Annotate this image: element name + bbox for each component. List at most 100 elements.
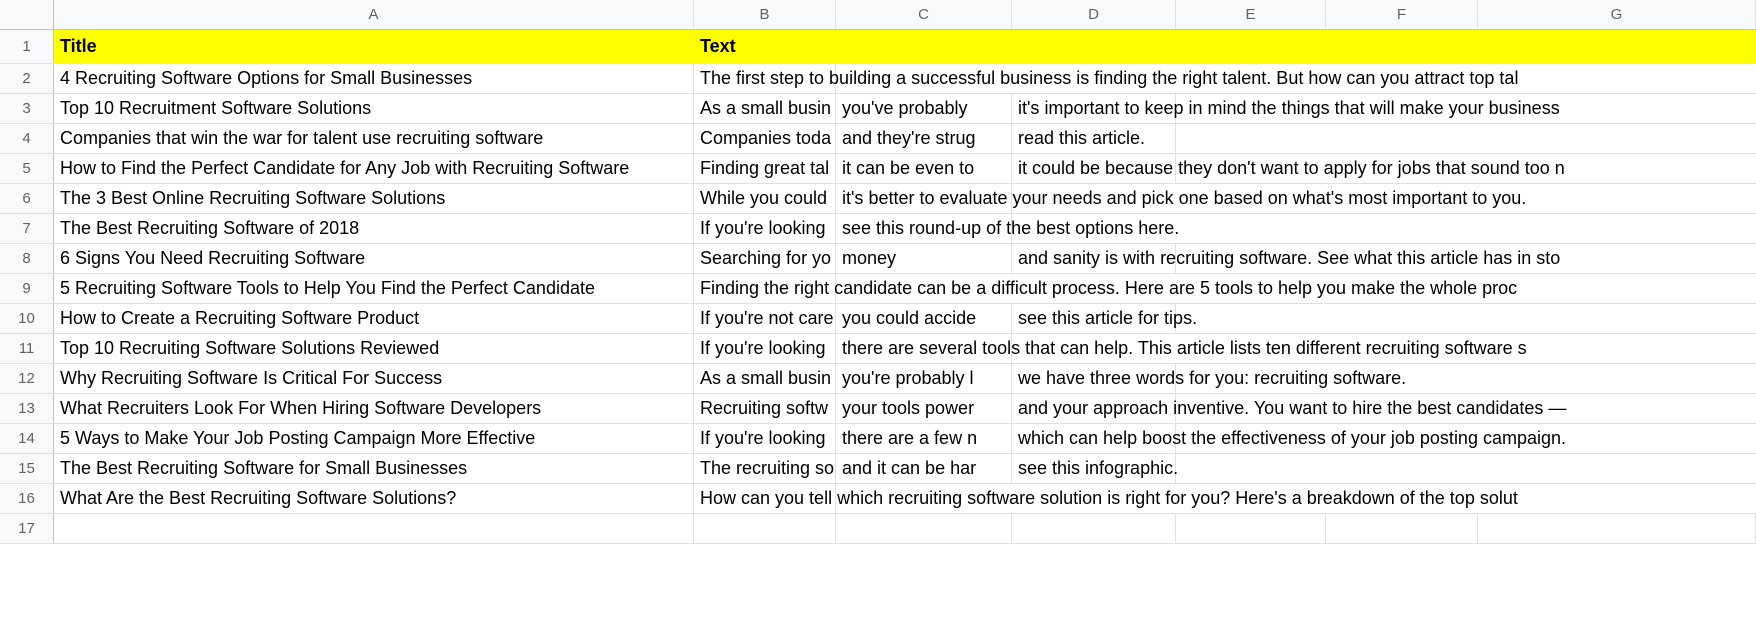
table-row: 5How to Find the Perfect Candidate for A… bbox=[0, 154, 1756, 184]
cell[interactable]: While you could bbox=[694, 184, 836, 213]
row-header[interactable]: 13 bbox=[0, 394, 54, 423]
col-header-A[interactable]: A bbox=[54, 0, 694, 29]
cell[interactable]: Companies toda bbox=[694, 124, 836, 153]
cell[interactable]: The 3 Best Online Recruiting Software So… bbox=[54, 184, 694, 213]
cell[interactable] bbox=[1326, 514, 1478, 543]
cell[interactable]: What Recruiters Look For When Hiring Sof… bbox=[54, 394, 694, 423]
cell[interactable] bbox=[836, 514, 1012, 543]
cell[interactable]: How to Create a Recruiting Software Prod… bbox=[54, 304, 694, 333]
cell[interactable]: How can you tell which recruiting softwa… bbox=[694, 484, 836, 513]
col-header-G[interactable]: G bbox=[1478, 0, 1756, 29]
table-row: 13What Recruiters Look For When Hiring S… bbox=[0, 394, 1756, 424]
cell[interactable]: you could accide bbox=[836, 304, 1012, 333]
row-header[interactable]: 15 bbox=[0, 454, 54, 483]
column-headers: A B C D E F G bbox=[0, 0, 1756, 30]
table-row: 17 bbox=[0, 514, 1756, 544]
cell[interactable] bbox=[54, 514, 694, 543]
row-header[interactable]: 9 bbox=[0, 274, 54, 303]
cell[interactable]: we have three words for you: recruiting … bbox=[1012, 364, 1176, 393]
cell[interactable]: 4 Recruiting Software Options for Small … bbox=[54, 64, 694, 93]
cell[interactable]: Top 10 Recruiting Software Solutions Rev… bbox=[54, 334, 694, 363]
row-header[interactable]: 17 bbox=[0, 514, 54, 543]
cell[interactable]: Finding the right candidate can be a dif… bbox=[694, 274, 836, 303]
cell[interactable]: What Are the Best Recruiting Software So… bbox=[54, 484, 694, 513]
cell[interactable]: If you're looking bbox=[694, 334, 836, 363]
cell[interactable]: it could be because they don't want to a… bbox=[1012, 154, 1176, 183]
cell[interactable] bbox=[1012, 514, 1176, 543]
cell[interactable]: 5 Ways to Make Your Job Posting Campaign… bbox=[54, 424, 694, 453]
cell[interactable]: you've probably bbox=[836, 94, 1012, 123]
cell[interactable] bbox=[1176, 30, 1326, 63]
row-header[interactable]: 8 bbox=[0, 244, 54, 273]
cell[interactable]: Why Recruiting Software Is Critical For … bbox=[54, 364, 694, 393]
table-row: 7The Best Recruiting Software of 2018If … bbox=[0, 214, 1756, 244]
cell[interactable]: money bbox=[836, 244, 1012, 273]
cell[interactable]: there are a few n bbox=[836, 424, 1012, 453]
table-row: 16What Are the Best Recruiting Software … bbox=[0, 484, 1756, 514]
row-header[interactable]: 4 bbox=[0, 124, 54, 153]
cell[interactable]: 6 Signs You Need Recruiting Software bbox=[54, 244, 694, 273]
cell[interactable]: How to Find the Perfect Candidate for An… bbox=[54, 154, 694, 183]
cell[interactable]: The first step to building a successful … bbox=[694, 64, 836, 93]
cell[interactable]: If you're looking bbox=[694, 424, 836, 453]
cell[interactable]: see this infographic. bbox=[1012, 454, 1176, 483]
cell[interactable]: and your approach inventive. You want to… bbox=[1012, 394, 1176, 423]
row-header[interactable]: 7 bbox=[0, 214, 54, 243]
cell[interactable]: and they're strug bbox=[836, 124, 1012, 153]
row-header[interactable]: 1 bbox=[0, 30, 54, 63]
cell[interactable]: your tools power bbox=[836, 394, 1012, 423]
cell[interactable]: it's better to evaluate your needs and p… bbox=[836, 184, 1012, 213]
col-header-B[interactable]: B bbox=[694, 0, 836, 29]
cell[interactable]: read this article. bbox=[1012, 124, 1176, 153]
cell[interactable]: Finding great tal bbox=[694, 154, 836, 183]
cell[interactable] bbox=[694, 514, 836, 543]
corner-select-all[interactable] bbox=[0, 0, 54, 29]
row-header[interactable]: 5 bbox=[0, 154, 54, 183]
cell[interactable]: see this round-up of the best options he… bbox=[836, 214, 1012, 243]
col-header-D[interactable]: D bbox=[1012, 0, 1176, 29]
cell[interactable] bbox=[836, 30, 1012, 63]
row-header[interactable]: 3 bbox=[0, 94, 54, 123]
cell[interactable]: Text bbox=[694, 30, 836, 63]
cell[interactable]: As a small busin bbox=[694, 94, 836, 123]
col-header-C[interactable]: C bbox=[836, 0, 1012, 29]
cell[interactable]: 5 Recruiting Software Tools to Help You … bbox=[54, 274, 694, 303]
cell[interactable] bbox=[1478, 514, 1756, 543]
cell[interactable]: and sanity is with recruiting software. … bbox=[1012, 244, 1176, 273]
cell[interactable]: and it can be har bbox=[836, 454, 1012, 483]
cell[interactable]: The Best Recruiting Software for Small B… bbox=[54, 454, 694, 483]
table-row: 4Companies that win the war for talent u… bbox=[0, 124, 1756, 154]
cell[interactable]: Top 10 Recruitment Software Solutions bbox=[54, 94, 694, 123]
table-row: 11Top 10 Recruiting Software Solutions R… bbox=[0, 334, 1756, 364]
cell[interactable]: The Best Recruiting Software of 2018 bbox=[54, 214, 694, 243]
cell[interactable]: see this article for tips. bbox=[1012, 304, 1176, 333]
cell[interactable]: it can be even to bbox=[836, 154, 1012, 183]
row-header[interactable]: 6 bbox=[0, 184, 54, 213]
row-header[interactable]: 16 bbox=[0, 484, 54, 513]
cell[interactable]: there are several tools that can help. T… bbox=[836, 334, 1012, 363]
cell[interactable] bbox=[1326, 30, 1478, 63]
row-header[interactable]: 14 bbox=[0, 424, 54, 453]
col-header-E[interactable]: E bbox=[1176, 0, 1326, 29]
cell[interactable] bbox=[1012, 30, 1176, 63]
cell[interactable]: it's important to keep in mind the thing… bbox=[1012, 94, 1176, 123]
cell[interactable]: Recruiting softw bbox=[694, 394, 836, 423]
cell[interactable]: you're probably l bbox=[836, 364, 1012, 393]
cell[interactable]: If you're not care bbox=[694, 304, 836, 333]
row-header[interactable]: 2 bbox=[0, 64, 54, 93]
row-header[interactable]: 12 bbox=[0, 364, 54, 393]
col-header-F[interactable]: F bbox=[1326, 0, 1478, 29]
row-header[interactable]: 10 bbox=[0, 304, 54, 333]
cell[interactable]: If you're looking bbox=[694, 214, 836, 243]
cell[interactable] bbox=[1176, 514, 1326, 543]
table-row: 86 Signs You Need Recruiting SoftwareSea… bbox=[0, 244, 1756, 274]
table-row: 145 Ways to Make Your Job Posting Campai… bbox=[0, 424, 1756, 454]
cell[interactable]: The recruiting so bbox=[694, 454, 836, 483]
cell[interactable]: Title bbox=[54, 30, 694, 63]
cell[interactable]: which can help boost the effectiveness o… bbox=[1012, 424, 1176, 453]
row-header[interactable]: 11 bbox=[0, 334, 54, 363]
cell[interactable]: Companies that win the war for talent us… bbox=[54, 124, 694, 153]
cell[interactable]: Searching for yo bbox=[694, 244, 836, 273]
cell[interactable] bbox=[1478, 30, 1756, 63]
cell[interactable]: As a small busin bbox=[694, 364, 836, 393]
